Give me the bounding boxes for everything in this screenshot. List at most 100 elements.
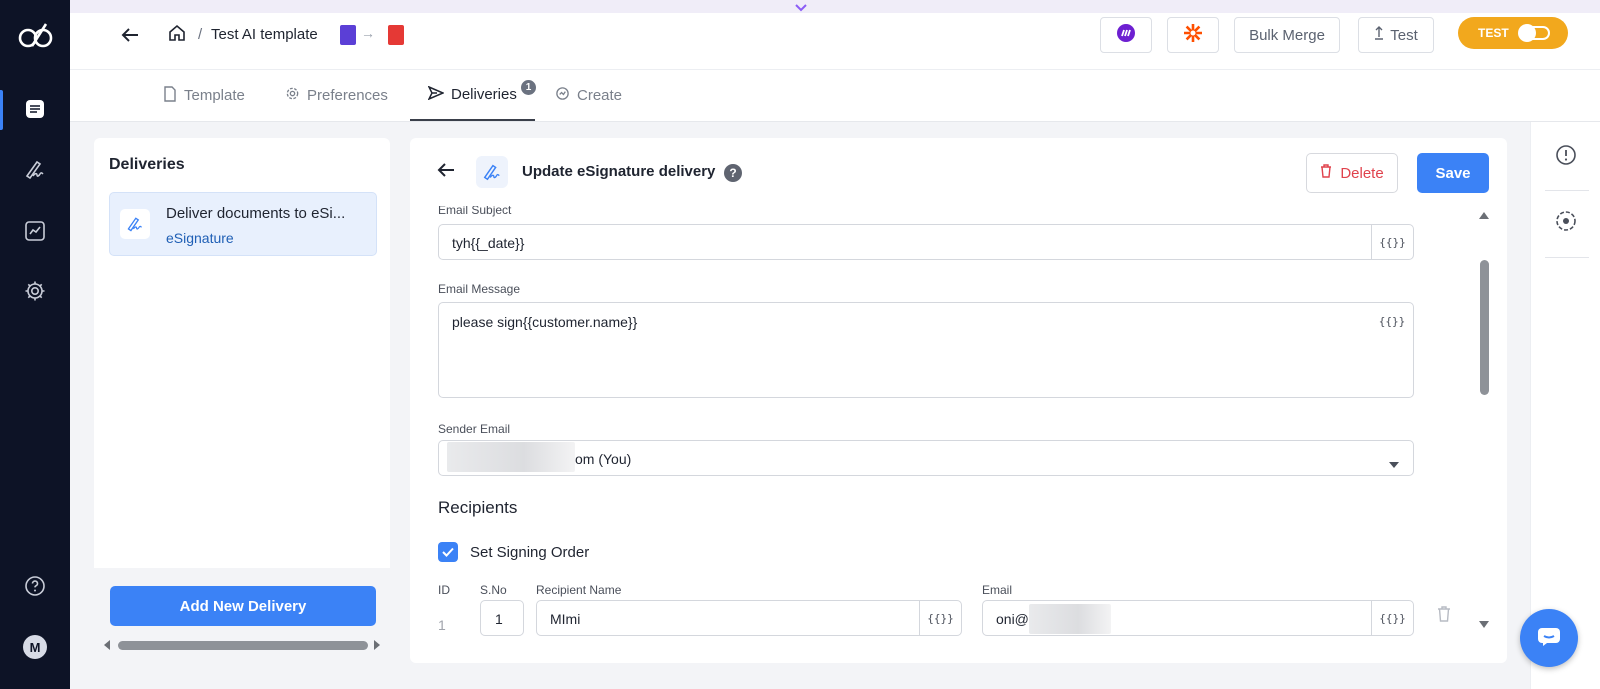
email-subject-label: Email Subject [438, 206, 512, 217]
vertical-scrollbar[interactable] [1477, 210, 1491, 650]
top-strip [70, 0, 1600, 13]
recipient-email-value: oni@ [996, 611, 1029, 627]
upload-icon [1374, 26, 1384, 44]
nav-help[interactable] [0, 565, 70, 609]
send-icon [427, 85, 445, 104]
tab-bar: Template Preferences Deliveries 1 Create [70, 70, 1600, 122]
scroll-left-icon[interactable] [102, 639, 112, 651]
recipient-name-input[interactable]: MImi {{}} [536, 600, 962, 636]
tab-template[interactable]: Template [163, 70, 245, 121]
tab-label: Deliveries [451, 86, 517, 103]
zapier-integration-button[interactable] [1167, 17, 1219, 53]
divider [1545, 257, 1589, 258]
delivery-item[interactable]: Deliver documents to eSi... eSignature [109, 192, 377, 256]
signature-icon [24, 159, 46, 182]
delete-label: Delete [1340, 164, 1384, 182]
chart-icon [24, 220, 46, 245]
recipients-title: Recipients [438, 498, 518, 517]
scrollbar-thumb[interactable] [118, 641, 368, 650]
sender-email-select[interactable]: om (You) [438, 440, 1414, 476]
insert-variable-button[interactable]: {{}} [919, 601, 961, 635]
email-subject-value: tyh{{_date}} [452, 235, 525, 251]
user-avatar[interactable]: M [23, 635, 47, 659]
tab-deliveries[interactable]: Deliveries 1 [410, 70, 536, 121]
email-message-textarea[interactable]: please sign{{customer.name}} {{}} [438, 302, 1414, 398]
file-icon [163, 85, 177, 106]
sender-email-value: om (You) [575, 451, 632, 467]
horizontal-scrollbar[interactable] [102, 638, 382, 652]
toggle-label: TEST [1478, 26, 1509, 40]
delete-button[interactable]: Delete [1306, 153, 1398, 193]
nav-templates[interactable] [0, 88, 70, 132]
nav-analytics[interactable] [0, 210, 70, 254]
alert-circle-icon[interactable] [1555, 144, 1577, 169]
add-new-delivery-button[interactable]: Add New Delivery [110, 586, 376, 626]
redacted-text [447, 442, 575, 472]
delivery-editor: Update eSignature delivery ? Delete Save… [410, 138, 1507, 663]
app-logo[interactable] [18, 20, 54, 50]
bulk-merge-button[interactable]: Bulk Merge [1234, 17, 1340, 53]
make-integration-button[interactable] [1100, 17, 1152, 53]
insert-variable-button[interactable]: {{}} [1371, 303, 1413, 339]
tab-create[interactable]: Create [555, 70, 622, 121]
recipient-sno-input[interactable]: 1 [480, 600, 524, 636]
signature-icon [120, 209, 150, 239]
check-icon [442, 547, 454, 557]
template-title: Test AI template [211, 26, 318, 43]
delete-recipient-icon[interactable] [1437, 606, 1451, 625]
right-toolbar [1530, 122, 1600, 689]
email-message-value: please sign{{customer.name}} [452, 314, 638, 330]
nav-settings[interactable] [0, 270, 70, 314]
signing-order-checkbox[interactable] [438, 542, 458, 562]
breadcrumb-separator: / [198, 26, 203, 43]
home-icon[interactable] [167, 23, 187, 46]
zapier-logo-icon [1183, 23, 1203, 47]
tab-preferences[interactable]: Preferences [285, 70, 388, 121]
scrollbar-thumb[interactable] [1480, 260, 1489, 395]
redacted-text [1029, 604, 1111, 634]
delivery-form: Email Subject tyh{{_date}} {{}} Email Me… [410, 206, 1490, 663]
toggle-knob [1518, 24, 1536, 42]
recipient-name-value: MImi [550, 611, 581, 627]
insert-variable-button[interactable]: {{}} [1371, 225, 1413, 259]
test-button[interactable]: Test [1358, 17, 1434, 53]
recipient-email-input[interactable]: oni@ {{}} [982, 600, 1414, 636]
back-arrow-icon[interactable] [120, 27, 140, 46]
email-message-label: Email Message [438, 282, 521, 296]
insert-variable-button[interactable]: {{}} [1371, 601, 1413, 635]
tab-label: Template [184, 87, 245, 104]
test-mode-toggle[interactable]: TEST [1458, 17, 1568, 49]
email-subject-input[interactable]: tyh{{_date}} {{}} [438, 224, 1414, 260]
deliveries-panel: Deliveries Deliver documents to eSi... e… [94, 138, 390, 663]
scroll-down-icon[interactable] [1478, 620, 1490, 630]
back-arrow-icon[interactable] [436, 162, 456, 181]
help-icon[interactable]: ? [724, 164, 742, 182]
arrow-right-icon: → [361, 25, 375, 41]
document-icon [25, 99, 45, 122]
nav-signatures[interactable] [0, 148, 70, 192]
signing-order-label: Set Signing Order [470, 544, 590, 561]
pdf-file-icon [388, 25, 404, 45]
save-button[interactable]: Save [1417, 153, 1489, 193]
scroll-up-icon[interactable] [1478, 210, 1490, 220]
tab-label: Preferences [307, 87, 388, 104]
column-id: ID [438, 583, 450, 597]
app-sidebar: M [0, 0, 70, 689]
column-email: Email [982, 583, 1013, 597]
make-logo-icon [1116, 23, 1136, 47]
page-header: / Test AI template → Bulk Merge Test TES… [70, 13, 1600, 70]
column-recipient-name: Recipient Name [536, 583, 622, 597]
divider [1545, 190, 1589, 191]
editor-title: Update eSignature delivery [522, 163, 716, 180]
chat-icon [1537, 627, 1561, 650]
test-button-label: Test [1390, 26, 1418, 44]
caret-down-icon [1389, 455, 1399, 471]
deliveries-count-badge: 1 [521, 80, 536, 95]
target-icon[interactable] [1555, 210, 1577, 235]
panel-title: Deliveries [109, 156, 185, 173]
help-circle-icon [24, 575, 46, 600]
trash-icon [1320, 164, 1332, 182]
scroll-right-icon[interactable] [372, 639, 382, 651]
gear-icon [24, 280, 46, 305]
chat-launcher-button[interactable] [1520, 609, 1578, 667]
